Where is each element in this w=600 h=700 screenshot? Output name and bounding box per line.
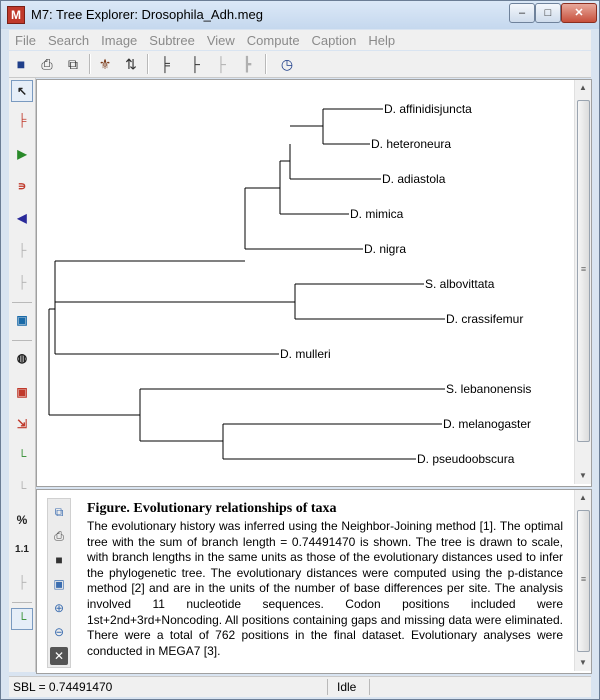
minimize-button[interactable]: – — [509, 3, 535, 23]
copy-icon[interactable]: ⧉ — [50, 503, 68, 521]
close-icon[interactable]: ✕ — [50, 647, 68, 665]
scale-icon[interactable]: 1.1 — [12, 540, 32, 560]
scroll-down-icon[interactable]: ▼ — [575, 655, 591, 671]
print-icon[interactable]: ⎙ — [50, 527, 68, 545]
toolbar-divider — [89, 54, 91, 74]
menu-file[interactable]: File — [9, 30, 42, 48]
close-button[interactable]: ✕ — [561, 3, 597, 23]
taxon-label[interactable]: D. affinidisjuncta — [384, 102, 472, 116]
app-window: M M7: Tree Explorer: Drosophila_Adh.meg … — [0, 0, 600, 700]
topology-icon[interactable]: ├ — [12, 572, 32, 592]
topology-icon[interactable]: ╞ — [155, 54, 175, 74]
caption-pane: ⧉ ⎙ ■ ▣ ⊕ ⊖ ✕ Figure. Evolutionary relat… — [36, 489, 592, 674]
taxon-label[interactable]: D. heteroneura — [371, 137, 451, 151]
menu-image[interactable]: Image — [95, 30, 143, 48]
caption-toolbar: ⧉ ⎙ ■ ▣ ⊕ ⊖ ✕ — [47, 498, 71, 668]
taxon-label[interactable]: S. albovittata — [425, 277, 494, 291]
fill-subtree-icon[interactable]: ├ — [12, 240, 32, 260]
left-toolbar-divider — [12, 602, 32, 603]
tree-vertical-scrollbar[interactable]: ▲ ≡ ▼ — [574, 80, 591, 484]
caption-title: Figure. Evolutionary relationships of ta… — [87, 501, 337, 516]
percent-icon[interactable]: % — [12, 510, 32, 530]
scrollbar-thumb[interactable]: ≡ — [577, 100, 590, 442]
menu-bar: File Search Image Subtree View Compute Caption… — [9, 30, 591, 50]
title-bar[interactable]: M M7: Tree Explorer: Drosophila_Adh.meg … — [1, 1, 599, 29]
toolbar-divider — [265, 54, 267, 74]
edit-icon[interactable]: └ — [11, 608, 33, 630]
window-title: M7: Tree Explorer: Drosophila_Adh.meg — [31, 7, 263, 22]
pointer-icon[interactable]: ↖ — [11, 80, 33, 102]
mega-app-icon[interactable]: M — [7, 6, 25, 24]
taxon-label[interactable]: D. melanogaster — [443, 417, 531, 431]
maximize-button[interactable]: □ — [535, 3, 561, 23]
save-icon[interactable]: ■ — [11, 54, 31, 74]
menu-compute[interactable]: Compute — [241, 30, 306, 48]
resize-icon[interactable]: ⇲ — [12, 414, 32, 434]
sbl-status: SBL = 0.74491470 — [13, 680, 113, 694]
taxon-label[interactable]: D. mulleri — [280, 347, 331, 361]
zoom-subtree-icon[interactable]: ▣ — [12, 310, 32, 330]
zoom-in-icon[interactable]: ⊕ — [50, 599, 68, 617]
flip-subtree-icon[interactable]: ⇅ — [121, 54, 141, 74]
menu-help[interactable]: Help — [362, 30, 401, 48]
toolbar-divider — [147, 54, 149, 74]
node-icon[interactable]: └ — [12, 446, 32, 466]
tree-view-pane[interactable]: D. affinidisjuncta D. heteroneura D. adi… — [36, 79, 592, 487]
swap-subtree-icon[interactable]: ∍ — [12, 176, 32, 196]
compress-subtree-icon[interactable]: ┣ — [237, 54, 257, 74]
left-toolbar-divider — [12, 302, 32, 303]
status-divider — [327, 679, 328, 695]
subtree-icon[interactable]: ├ — [185, 54, 205, 74]
left-toolbar-divider — [12, 340, 32, 341]
root-tree-icon[interactable]: ⚜ — [95, 54, 115, 74]
scroll-down-icon[interactable]: ▼ — [575, 468, 591, 484]
compress-subtree-icon[interactable]: ◀ — [12, 208, 32, 228]
status-bar: SBL = 0.74491470 Idle — [9, 676, 591, 697]
caption-body: The evolutionary history was inferred us… — [87, 519, 563, 658]
status-divider — [369, 679, 370, 695]
idle-status: Idle — [337, 680, 357, 694]
branch-icon[interactable]: └ — [12, 478, 32, 498]
zoom-out-icon[interactable]: ⊖ — [50, 623, 68, 641]
display-subtree-icon[interactable]: ├ — [12, 272, 32, 292]
menu-caption[interactable]: Caption — [306, 30, 363, 48]
flip-subtree-icon[interactable]: ▶ — [12, 144, 32, 164]
taxon-label[interactable]: D. mimica — [350, 207, 403, 221]
main-toolbar: ■ ⎙ ⧉ ⚜ ⇅ ╞ ├ ├ ┣ ◷ — [9, 51, 591, 78]
save-icon[interactable]: ■ — [50, 551, 68, 569]
left-toolbar: ↖ ╞ ▶ ∍ ◀ ├ ├ ▣ ◍ ▣ ⇲ └ └ % 1.1 ├ └ — [9, 78, 36, 672]
print-icon[interactable]: ⎙ — [37, 54, 57, 74]
timetree-icon[interactable]: ◷ — [277, 54, 297, 74]
swap-subtree-icon[interactable]: ├ — [211, 54, 231, 74]
taxon-label[interactable]: S. lebanonensis — [446, 382, 531, 396]
taxon-label[interactable]: D. crassifemur — [446, 312, 523, 326]
grip-icon: ≡ — [580, 574, 587, 584]
menu-subtree[interactable]: Subtree — [143, 30, 201, 48]
menu-view[interactable]: View — [201, 30, 241, 48]
place-root-icon[interactable]: ╞ — [12, 110, 32, 130]
scrollbar-thumb[interactable]: ≡ — [577, 510, 590, 652]
taxon-label[interactable]: D. pseudoobscura — [417, 452, 514, 466]
font-icon[interactable]: ▣ — [50, 575, 68, 593]
menu-search[interactable]: Search — [42, 30, 95, 48]
copy-icon[interactable]: ⧉ — [63, 54, 83, 74]
taxon-label[interactable]: D. nigra — [364, 242, 406, 256]
cluster-icon[interactable]: ▣ — [12, 382, 32, 402]
scroll-up-icon[interactable]: ▲ — [575, 490, 591, 506]
taxon-label[interactable]: D. adiastola — [382, 172, 445, 186]
caption-vertical-scrollbar[interactable]: ▲ ≡ ▼ — [574, 490, 591, 671]
grip-icon: ≡ — [580, 264, 587, 274]
find-icon[interactable]: ◍ — [12, 348, 32, 368]
scroll-up-icon[interactable]: ▲ — [575, 80, 591, 96]
